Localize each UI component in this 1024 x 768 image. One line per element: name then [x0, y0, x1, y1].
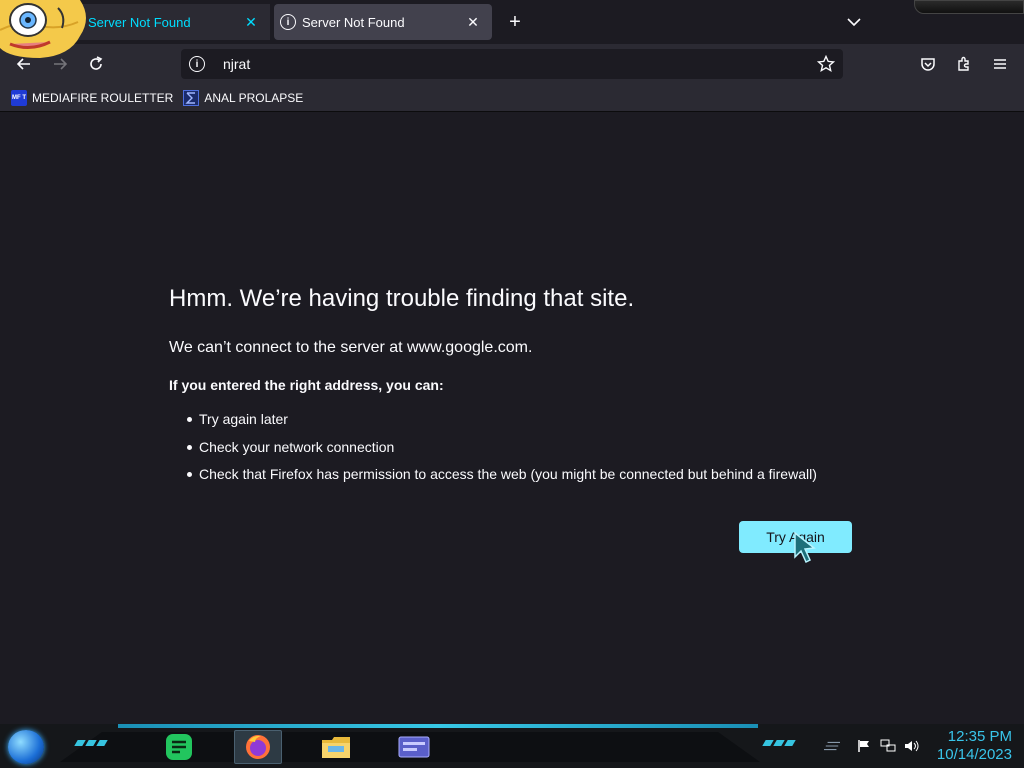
start-button[interactable]: [8, 730, 44, 764]
extensions-icon[interactable]: [950, 50, 978, 78]
error-description: We can’t connect to the server at www.go…: [169, 339, 533, 356]
decor-dots: [762, 740, 796, 746]
sigma-favicon-icon: [183, 89, 200, 106]
network-icon[interactable]: [880, 738, 896, 754]
mouse-cursor-icon: [794, 531, 816, 564]
bookmark-mediafire-rouletter[interactable]: MF T MEDIAFIRE ROULETTER: [11, 89, 174, 106]
url-input[interactable]: [223, 56, 783, 72]
tab-title: Server Not Found: [302, 14, 405, 30]
navigation-toolbar: i: [0, 44, 1024, 84]
clock-date: 10/14/2023: [936, 746, 1012, 763]
clock-time: 12:35 PM: [947, 728, 1012, 745]
system-clock[interactable]: 12:35 PM 10/14/2023: [937, 728, 1012, 764]
flag-icon[interactable]: [856, 738, 872, 754]
tab-title: Server Not Found: [88, 14, 191, 30]
hamburger-menu-icon[interactable]: [986, 50, 1014, 78]
lines-decor-icon: [824, 738, 840, 754]
star-icon[interactable]: [815, 53, 837, 75]
bookmarks-toolbar: MF T MEDIAFIRE ROULETTER ANAL PROLAPSE: [0, 84, 1024, 112]
info-icon: i: [280, 14, 296, 30]
volume-icon[interactable]: [904, 738, 920, 754]
close-icon[interactable]: ✕: [464, 13, 482, 31]
bookmark-label: MEDIAFIRE ROULETTER: [32, 90, 174, 105]
list-item: Check your network connection: [185, 437, 817, 465]
info-icon[interactable]: i: [189, 56, 205, 72]
avatar: [0, 0, 86, 58]
bookmark-label: ANAL PROLAPSE: [204, 90, 304, 105]
tab-strip: Server Not Found ✕ i Server Not Found ✕ …: [0, 0, 1024, 44]
chevron-down-icon[interactable]: [842, 10, 866, 34]
notes-app-icon[interactable]: [155, 730, 203, 764]
page-title: Hmm. We’re having trouble finding that s…: [169, 285, 635, 312]
suggestions-list: Try again later Check your network conne…: [185, 409, 817, 492]
window-app-icon[interactable]: [390, 730, 438, 764]
tab-server-not-found-2[interactable]: i Server Not Found ✕: [274, 4, 492, 40]
list-item: Check that Firefox has permission to acc…: [185, 464, 817, 492]
taskbar-accent-strip: [118, 724, 758, 728]
mediafire-favicon-icon: MF T: [11, 89, 27, 106]
pocket-icon[interactable]: [914, 50, 942, 78]
firefox-icon[interactable]: [234, 730, 282, 764]
window-corner-decoration: [914, 0, 1024, 14]
close-icon[interactable]: ✕: [242, 13, 260, 31]
taskbar: 12:35 PM 10/14/2023: [0, 724, 1024, 768]
address-bar[interactable]: i: [181, 49, 843, 79]
decor-dots: [74, 740, 108, 746]
list-item: Try again later: [185, 409, 817, 437]
suggestions-heading: If you entered the right address, you ca…: [169, 377, 444, 393]
bookmark-anal-prolapse[interactable]: ANAL PROLAPSE: [183, 89, 304, 106]
file-explorer-icon[interactable]: [312, 730, 360, 764]
new-tab-button[interactable]: +: [502, 9, 528, 35]
